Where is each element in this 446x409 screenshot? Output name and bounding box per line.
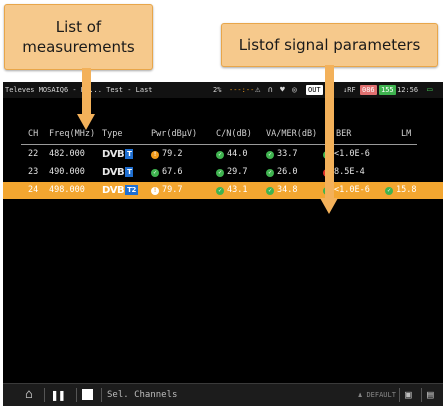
callout-list-of-signal-parameters: Listof signal parameters bbox=[221, 23, 438, 67]
header-pwr: Pwr(dBµV) bbox=[151, 129, 198, 139]
check-icon: ✓ bbox=[216, 151, 224, 159]
header-cn: C/N(dB) bbox=[216, 129, 252, 139]
table-header: CH Freq(MHz) Type Pwr(dBµV) C/N(dB) VA/M… bbox=[3, 126, 443, 143]
arrow-parameters-shaft bbox=[325, 65, 334, 200]
check-icon: ✓ bbox=[266, 151, 274, 159]
header-lm: LM bbox=[401, 129, 412, 139]
home-icon[interactable]: ⌂ bbox=[25, 384, 33, 406]
status-bar: Televes MOSAIQ6 - Dr... Test - Last 2% -… bbox=[3, 82, 443, 98]
dvb-logo: DVB bbox=[102, 149, 125, 160]
cell-cn: ✓ 44.0 bbox=[216, 146, 247, 163]
cell-pwr: ! 79.2 bbox=[151, 146, 182, 163]
clock: 12:56 bbox=[397, 86, 419, 94]
arrow-measurements-icon bbox=[77, 114, 95, 130]
cell-va-mer: ✓ 26.0 bbox=[266, 164, 297, 181]
cell-ch: 22 bbox=[28, 149, 39, 159]
arrow-measurements-shaft bbox=[82, 68, 91, 116]
save-as-icon[interactable]: ▤ bbox=[427, 384, 434, 406]
dvb-generation: T bbox=[125, 149, 134, 159]
default-profile[interactable]: ♟ DEFAULT bbox=[358, 384, 396, 406]
cell-pwr: ✓ 67.6 bbox=[151, 164, 182, 181]
rf-label: ↓ RF bbox=[343, 86, 356, 94]
toolbar-divider bbox=[101, 388, 102, 402]
cell-cn: ✓ 29.7 bbox=[216, 164, 247, 181]
warning-icon: ! bbox=[151, 151, 159, 159]
toolbar-divider bbox=[76, 388, 77, 402]
dvb-generation: T bbox=[125, 167, 134, 177]
cell-type: DVB T2 bbox=[102, 182, 138, 199]
header-type: Type bbox=[102, 129, 123, 139]
table-row[interactable]: 22 482.000 DVBT !79.2 ✓44.0 ✓33.7 ✓<1.0E… bbox=[3, 146, 443, 163]
cell-cn: ✓ 43.1 bbox=[216, 182, 247, 199]
status-title: Televes MOSAIQ6 - Dr... Test - Last bbox=[5, 86, 153, 94]
table-row[interactable]: 23 490.000 DVBT ✓67.6 ✓29.7 ✓26.0 ✕8.5E-… bbox=[3, 164, 443, 181]
header-ch: CH bbox=[28, 129, 39, 139]
status-percent: 2% bbox=[213, 86, 222, 94]
sel-channels-button[interactable]: Sel. Channels bbox=[107, 384, 177, 406]
dvb-logo: DVB bbox=[102, 167, 125, 178]
header-ber: BER bbox=[336, 129, 352, 139]
cell-freq: 482.000 bbox=[49, 149, 85, 159]
cell-freq: 498.000 bbox=[49, 185, 85, 195]
callout-list-of-measurements: List of measurements bbox=[4, 4, 153, 70]
check-icon: ✓ bbox=[151, 169, 159, 177]
arrow-parameters-icon bbox=[320, 198, 338, 214]
battery-icon: ▭ bbox=[427, 85, 433, 95]
header-va-mer: VA/MER(dB) bbox=[266, 129, 318, 139]
cell-va-mer: ✓ 34.8 bbox=[266, 182, 297, 199]
cell-pwr: ! 79.7 bbox=[151, 182, 182, 199]
callout-right-text: Listof signal parameters bbox=[238, 36, 421, 54]
check-icon: ✓ bbox=[385, 187, 393, 195]
header-divider bbox=[21, 144, 417, 145]
cell-va-mer: ✓ 33.7 bbox=[266, 146, 297, 163]
check-icon: ✓ bbox=[216, 187, 224, 195]
location-icon: ♥ bbox=[280, 85, 285, 94]
toolbar-divider bbox=[399, 388, 400, 402]
toolbar-divider bbox=[44, 388, 45, 402]
callout-left-text: List of measurements bbox=[22, 18, 135, 56]
pause-icon[interactable]: ❚❚ bbox=[51, 384, 65, 406]
cell-type: DVB T bbox=[102, 164, 134, 181]
warning-icon: ! bbox=[151, 187, 159, 195]
cell-type: DVB T bbox=[102, 146, 134, 163]
check-icon: ✓ bbox=[216, 169, 224, 177]
bottom-toolbar: ⌂ ❚❚ Sel. Channels ♟ DEFAULT ▣ ▤ bbox=[3, 383, 443, 406]
cell-ch: 23 bbox=[28, 167, 39, 177]
antenna-icon: ⚠ bbox=[255, 85, 261, 95]
dvb-logo: DVB bbox=[102, 185, 125, 196]
cell-ch: 24 bbox=[28, 185, 39, 195]
save-icon[interactable]: ▣ bbox=[405, 384, 412, 406]
cell-freq: 490.000 bbox=[49, 167, 85, 177]
check-icon: ✓ bbox=[266, 169, 274, 177]
measurement-table: CH Freq(MHz) Type Pwr(dBµV) C/N(dB) VA/M… bbox=[3, 126, 443, 199]
dvb-generation: T2 bbox=[125, 185, 138, 195]
table-row-selected[interactable]: 24 498.000 DVBT2 !79.7 ✓43.1 ✓34.8 ✓<1.0… bbox=[3, 182, 443, 199]
cell-lm: ✓ 15.8 bbox=[385, 182, 416, 199]
analyzer-screen: Televes MOSAIQ6 - Dr... Test - Last 2% -… bbox=[3, 82, 443, 406]
battery-level-icon: ---:-- bbox=[229, 86, 255, 94]
stop-icon[interactable] bbox=[82, 384, 93, 406]
headphones-icon: ∩ bbox=[268, 85, 273, 94]
check-icon: ✓ bbox=[266, 187, 274, 195]
gauge-icon: ◎ bbox=[292, 85, 297, 94]
toolbar-divider bbox=[421, 388, 422, 402]
